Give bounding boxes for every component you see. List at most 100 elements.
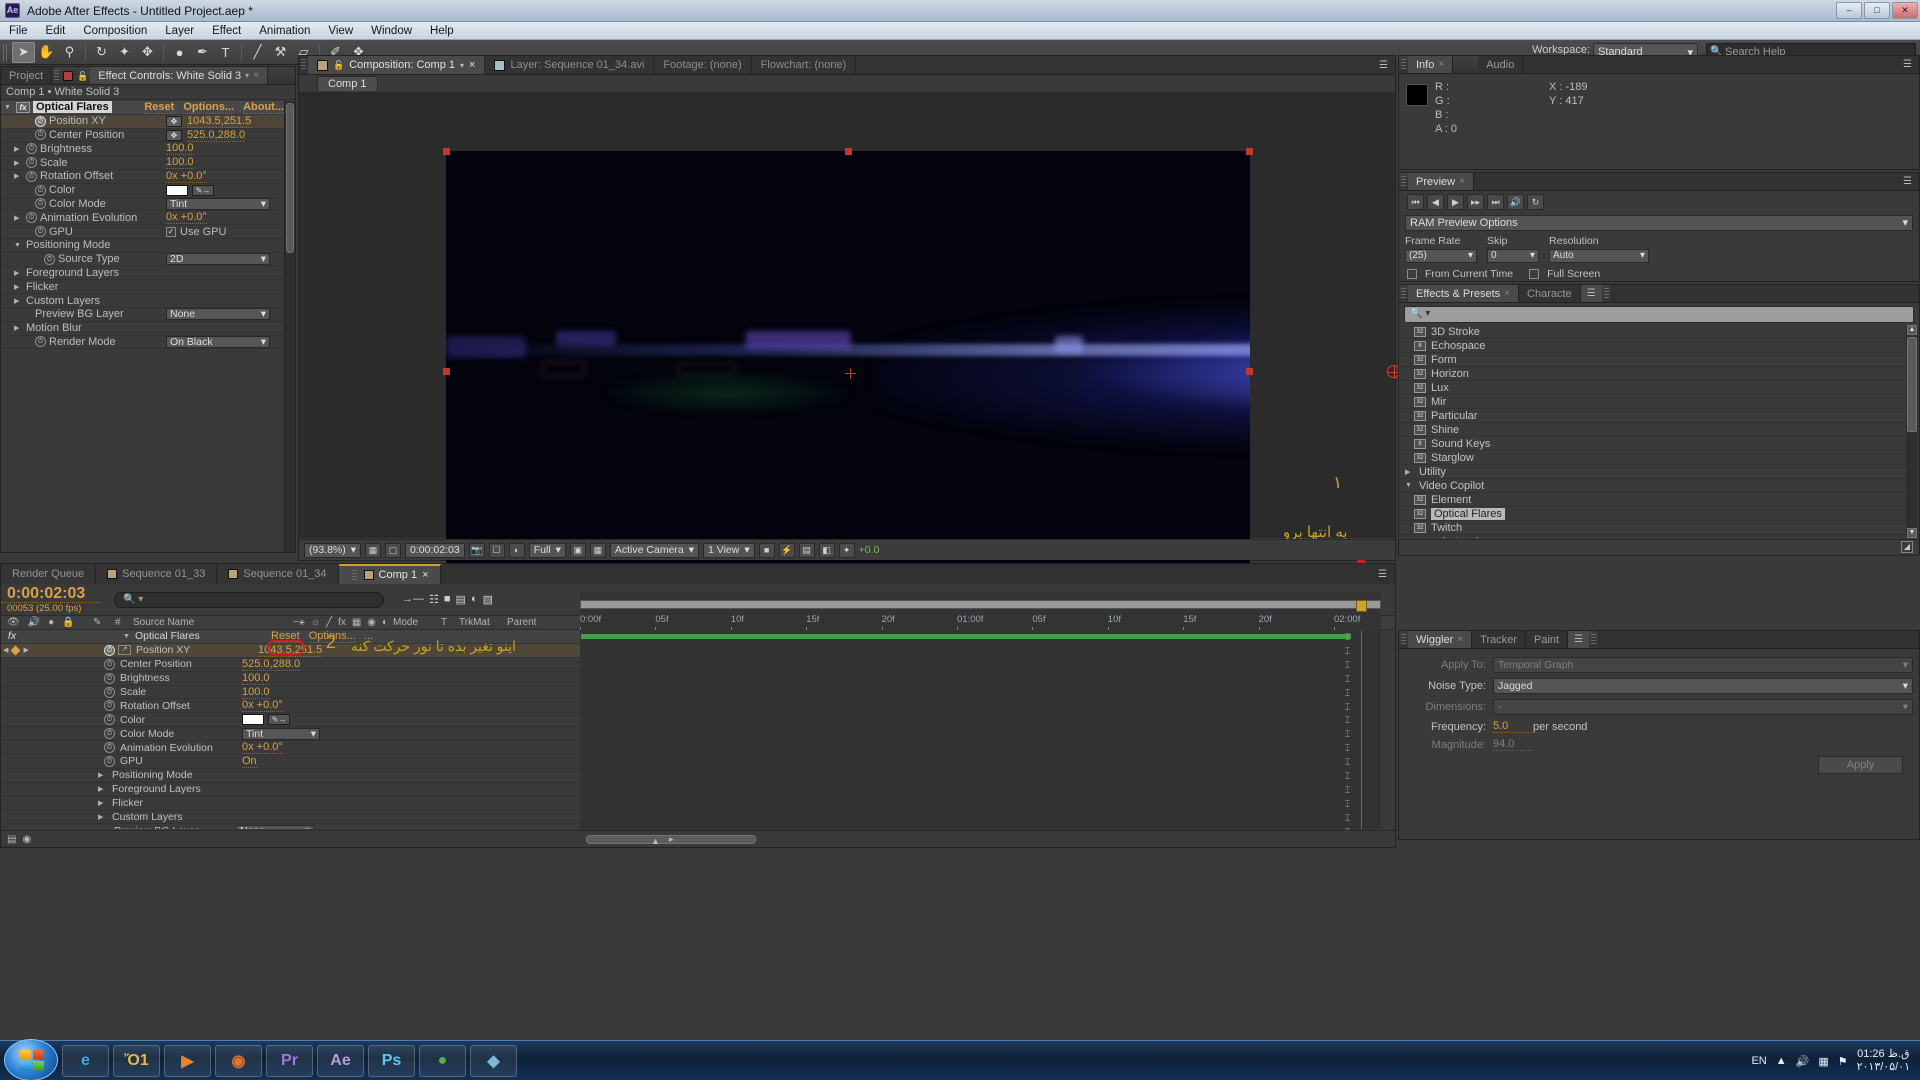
menu-effect[interactable]: Effect [203, 23, 250, 39]
frame-blending-icon[interactable]: ▤ [456, 593, 466, 606]
property-value[interactable]: 100.0 [242, 672, 270, 685]
menu-view[interactable]: View [319, 23, 362, 39]
playhead-handle[interactable] [1356, 600, 1367, 612]
channel-icon[interactable]: ◐ [508, 542, 525, 558]
timeline-property-row[interactable]: ⏱ GPU On [1, 755, 580, 769]
comp-family-icon[interactable]: ◉ [22, 834, 31, 845]
stopwatch-icon[interactable]: ⏱ [35, 115, 46, 127]
timeline-property-row[interactable]: ⏱ Brightness 100.0 [1, 672, 580, 686]
stopwatch-icon[interactable]: ⏱ [26, 143, 37, 155]
network-icon[interactable]: ▦ [1818, 1055, 1828, 1068]
solo-icon[interactable]: ● [48, 617, 54, 628]
stopwatch-icon[interactable]: ⏱ [104, 742, 115, 754]
property-value[interactable]: 525.0,288.0 [242, 658, 301, 671]
property-dropdown[interactable]: Tint ▾ [242, 727, 320, 740]
panel-grip-right[interactable] [1603, 288, 1609, 299]
draft-3d-icon[interactable]: ☷ [429, 593, 439, 606]
tab-footage[interactable]: Footage: (none) [654, 56, 752, 74]
mode-header[interactable]: Mode [393, 617, 441, 628]
chevron-right-icon[interactable] [1405, 468, 1414, 476]
close-icon[interactable]: × [1438, 59, 1444, 70]
chevron-right-icon[interactable] [98, 813, 107, 821]
magnification-select[interactable]: (93.8%) ▾ [304, 542, 362, 558]
chevron-right-icon[interactable] [14, 297, 23, 305]
adjustment-icon[interactable]: ◐ [382, 617, 388, 628]
tab-render-queue[interactable]: Render Queue [1, 564, 97, 584]
keyframe-marker[interactable]: ⌶ [1343, 702, 1352, 712]
effects-list-item[interactable]: 8 Echospace [1400, 339, 1906, 353]
effects-list-item[interactable]: 32 Optical Flares [1400, 507, 1906, 521]
options-link[interactable]: Options... [183, 101, 235, 114]
fast-preview-icon[interactable]: ⚡ [778, 542, 795, 558]
timeline-nav-right-icon[interactable]: ▸ [669, 834, 674, 845]
type-tool[interactable]: T [214, 42, 237, 63]
chevron-right-icon[interactable] [14, 172, 23, 180]
frame-blend-icon[interactable]: ▦ [352, 617, 361, 628]
tab-tracker[interactable]: Tracker [1472, 631, 1527, 648]
panel-grip[interactable] [1401, 59, 1406, 70]
unified-camera-tool[interactable]: ✦ [113, 42, 136, 63]
choose-grid-icon[interactable]: ▦ [365, 542, 382, 558]
stopwatch-icon[interactable]: ⏱ [44, 253, 55, 265]
frequency-value[interactable]: 5.0 [1493, 720, 1533, 733]
taskbar-item-internet-explorer[interactable]: e [62, 1045, 109, 1077]
add-keyframe-icon[interactable] [11, 645, 21, 656]
toolbar-grip[interactable] [3, 43, 9, 61]
maximize-button[interactable]: □ [1864, 2, 1890, 19]
effect-property-row[interactable]: ⏱ GPU ✓ Use GPU [1, 225, 284, 239]
timeline-property-row[interactable]: ⏱ Animation Evolution 0x +0.0° [1, 741, 580, 756]
tab-wiggler[interactable]: Wiggler × [1408, 631, 1473, 648]
tab-flowchart[interactable]: Flowchart: (none) [752, 56, 857, 74]
menu-help[interactable]: Help [421, 23, 463, 39]
hide-shy-layers-icon[interactable]: ■ [444, 593, 451, 606]
effects-group-row[interactable]: Utility [1400, 465, 1906, 479]
ram-preview-button[interactable]: ↻ [1527, 194, 1544, 210]
effect-property-row[interactable]: ⏱ Position XY ✥ 1043.5,251.5 [1, 115, 284, 129]
panel-grip-right[interactable] [1591, 634, 1597, 645]
trkmat-header[interactable]: TrkMat [459, 617, 507, 628]
panel-menu-icon[interactable]: ☰ [1370, 564, 1395, 584]
property-dropdown[interactable]: None ▾ [236, 824, 314, 829]
prev-keyframe-icon[interactable]: ◀ [3, 646, 8, 654]
from-current-time-checkbox[interactable]: From Current Time [1407, 268, 1513, 280]
chevron-right-icon[interactable] [14, 269, 23, 277]
effect-property-row[interactable]: ⏱Animation Evolution 0x +0.0° [1, 211, 284, 226]
keyframe-marker[interactable]: ⌶ [1343, 743, 1352, 753]
effect-property-row[interactable]: ⏱Scale 100.0 [1, 156, 284, 170]
collapse-icon[interactable]: ☼ [311, 617, 320, 628]
timeline-property-row[interactable]: ⏱ Scale 100.0 [1, 686, 580, 700]
property-value[interactable]: 0x +0.0° [242, 741, 283, 755]
taskbar-item-photoshop[interactable]: Ps [368, 1045, 415, 1077]
close-icon[interactable]: × [1504, 288, 1510, 299]
stopwatch-icon[interactable]: ⏱ [35, 198, 46, 210]
region-of-interest-icon[interactable]: ▣ [569, 542, 586, 558]
effect-property-row[interactable]: Motion Blur [1, 322, 284, 336]
menu-animation[interactable]: Animation [250, 23, 319, 39]
viewer-grip[interactable] [301, 59, 306, 71]
timeline-property-row[interactable]: Preview BG Layer None ▾ [1, 824, 580, 829]
reset-link[interactable]: Reset [144, 101, 175, 114]
chevron-right-icon[interactable] [98, 799, 107, 807]
effect-property-row[interactable]: ⏱ Source Type 2D ▾ [1, 253, 284, 267]
property-value[interactable]: 525.0,288.0 [187, 129, 246, 142]
timeline-property-row[interactable]: Flicker [1, 797, 580, 811]
property-value[interactable]: 100.0 [166, 142, 194, 156]
keyframe-marker[interactable]: ⌶ [1343, 729, 1352, 739]
stopwatch-icon[interactable]: ⏱ [26, 157, 37, 169]
effect-property-row[interactable]: ⏱Rotation Offset 0x +0.0° [1, 170, 284, 184]
dimensions-select[interactable]: - ▾ [1493, 699, 1913, 715]
close-icon[interactable]: × [253, 70, 259, 81]
noise-type-select[interactable]: Jagged ▾ [1493, 678, 1913, 694]
keyframe-marker[interactable]: ⌶ [1343, 771, 1352, 781]
effects-search-input[interactable]: 🔍 ▾ [1404, 306, 1914, 323]
apply-button[interactable]: Apply [1818, 756, 1903, 774]
color-swatch[interactable] [242, 714, 264, 726]
tab-effect-controls[interactable]: Effect Controls: White Solid 3 ▾ × [90, 67, 268, 84]
show-hidden-icons[interactable]: ▲ [1776, 1055, 1787, 1067]
timeline-property-row[interactable]: Foreground Layers [1, 783, 580, 797]
timeline-property-row[interactable]: ⏱ Color ✎→ [1, 713, 580, 728]
tab-effects-presets[interactable]: Effects & Presets × [1408, 285, 1520, 302]
close-icon[interactable]: × [422, 569, 428, 581]
shy-icon[interactable]: −⚹ [293, 617, 305, 628]
effect-controls-scrollbar[interactable] [284, 101, 295, 552]
